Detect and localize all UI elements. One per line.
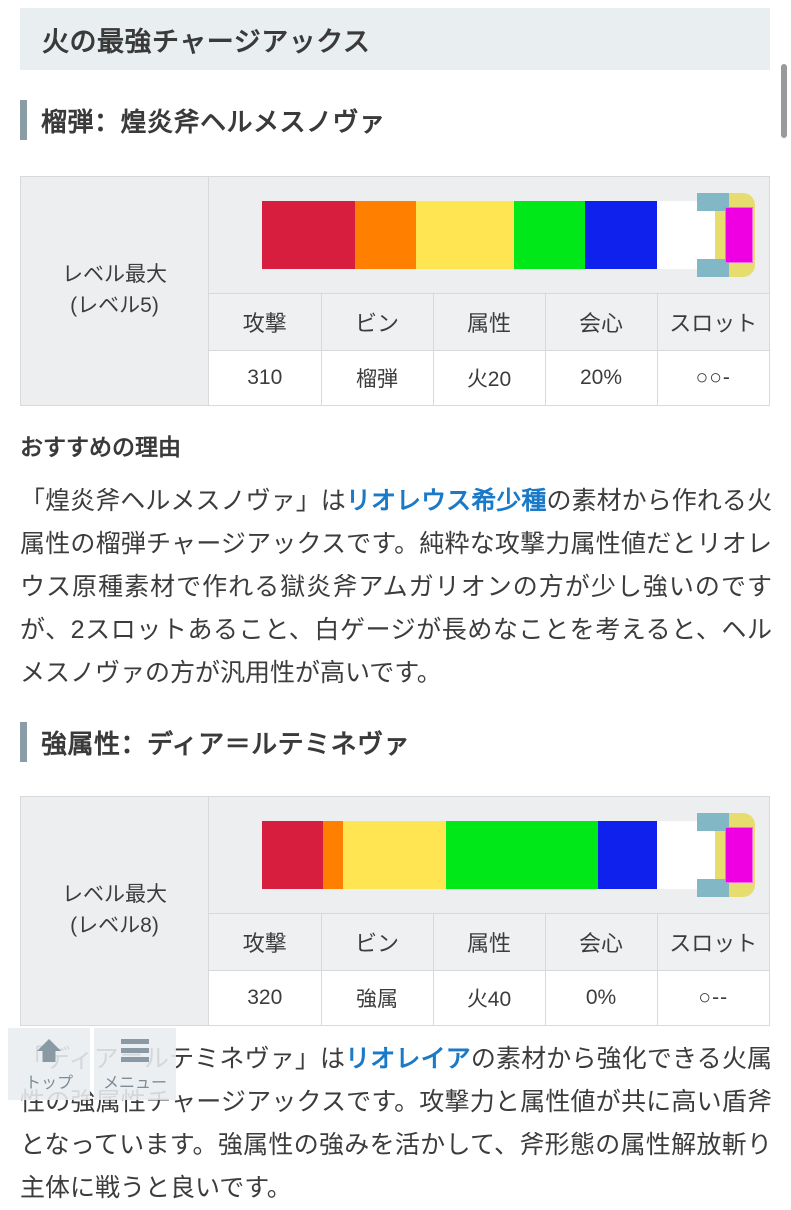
weapon-card-body-1: 攻撃 ビン 属性 会心 スロット 310 榴弾 火20 20% ○○- <box>209 177 769 405</box>
weapon-card-2: レベル最大 (レベル8) 攻撃 ビン 属性 会心 スロット 320 強属 火40… <box>20 796 770 1026</box>
hamburger-menu-icon <box>119 1035 151 1065</box>
sharpness-segment-orange <box>322 821 344 889</box>
col-header-attack: 攻撃 <box>209 913 322 971</box>
sharpness-segment-red <box>261 821 323 889</box>
paragraph-1-before: 「煌炎斧ヘルメスノヴァ」は <box>20 487 346 515</box>
col-header-phial: ビン <box>320 913 434 971</box>
weapon-stat-table-2: 攻撃 ビン 属性 会心 スロット 320 強属 火40 0% ○-- <box>209 913 769 1025</box>
col-header-slots: スロット <box>656 293 769 351</box>
level-label-line1: レベル最大 <box>62 263 167 287</box>
page-title: 火の最強チャージアックス <box>42 26 371 57</box>
value-slots: ○-- <box>656 970 769 1025</box>
value-phial: 榴弾 <box>320 350 434 405</box>
value-element: 火20 <box>432 350 546 405</box>
value-attack: 320 <box>209 970 322 1025</box>
sharpness-segment-red <box>261 201 355 269</box>
page-header: 火の最強チャージアックス <box>20 8 770 70</box>
value-attack: 310 <box>209 350 322 405</box>
scroll-to-top-label: トップ <box>24 1075 73 1092</box>
section-heading-2-label: 強属性：ディア＝ルテミネヴァ <box>41 728 411 759</box>
floating-button-group: トップ メニュー <box>8 1028 176 1100</box>
value-phial: 強属 <box>320 970 434 1025</box>
sharpness-segment-yellow <box>416 201 514 269</box>
scrollbar-thumb[interactable] <box>781 64 787 138</box>
level-label-line2: (レベル8) <box>70 913 159 937</box>
value-affinity: 20% <box>544 350 658 405</box>
weapon-level-cell-1: レベル最大 (レベル5) <box>21 177 209 405</box>
paragraph-1-after: の素材から作れる火属性の榴弾チャージアックスです。純粋な攻撃力属性値だとリオレウ… <box>20 487 772 687</box>
level-label-line1: レベル最大 <box>62 883 167 907</box>
table-header-row: 攻撃 ビン 属性 会心 スロット <box>209 913 769 971</box>
sharpness-segment-blue <box>598 821 658 889</box>
weapon-stat-table-1: 攻撃 ビン 属性 会心 スロット 310 榴弾 火20 20% ○○- <box>209 293 769 405</box>
menu-label: メニュー <box>102 1075 167 1092</box>
heading-accent-bar <box>20 722 27 762</box>
table-row: 320 強属 火40 0% ○-- <box>209 970 769 1025</box>
link-rioleus-rare[interactable]: リオレウス希少種 <box>346 487 547 515</box>
col-header-attack: 攻撃 <box>209 293 322 351</box>
col-header-element: 属性 <box>432 913 546 971</box>
col-header-element: 属性 <box>432 293 546 351</box>
arrow-up-icon <box>34 1035 64 1065</box>
weapon-level-cell-2: レベル最大 (レベル8) <box>21 797 209 1025</box>
table-row: 310 榴弾 火20 20% ○○- <box>209 350 769 405</box>
sharpness-gauge-area-2 <box>209 797 769 913</box>
value-element: 火40 <box>432 970 546 1025</box>
sharpness-segment-blue <box>584 201 658 269</box>
sharpness-segment-yellow <box>343 821 446 889</box>
sharpness-gauge-1 <box>261 193 755 277</box>
sharpness-segment-orange <box>354 201 417 269</box>
section-heading-2: 強属性：ディア＝ルテミネヴァ <box>20 722 410 762</box>
value-slots: ○○- <box>656 350 769 405</box>
link-rioreia[interactable]: リオレイア <box>345 1045 471 1073</box>
col-header-affinity: 会心 <box>544 913 658 971</box>
weapon-card-body-2: 攻撃 ビン 属性 会心 スロット 320 強属 火40 0% ○-- <box>209 797 769 1025</box>
purple-sharpness-block <box>724 207 753 263</box>
value-affinity: 0% <box>544 970 658 1025</box>
level-label-line2: (レベル5) <box>70 293 159 317</box>
sharpness-gauge-2 <box>261 813 755 897</box>
sharpness-gauge-area-1 <box>209 177 769 293</box>
section-heading-1-label: 榴弾：煌炎斧ヘルメスノヴァ <box>41 106 386 137</box>
scroll-to-top-button[interactable]: トップ <box>8 1028 90 1100</box>
sub-heading-reason: おすすめの理由 <box>20 434 181 460</box>
weapon-card-1: レベル最大 (レベル5) 攻撃 ビン 属性 会心 スロット 310 榴弾 火20… <box>20 176 770 406</box>
section-heading-1: 榴弾：煌炎斧ヘルメスノヴァ <box>20 100 386 140</box>
col-header-phial: ビン <box>320 293 434 351</box>
purple-sharpness-block <box>724 827 753 883</box>
scrollbar-track[interactable] <box>780 0 788 1200</box>
paragraph-1: 「煌炎斧ヘルメスノヴァ」はリオレウス希少種の素材から作れる火属性の榴弾チャージア… <box>20 480 772 695</box>
col-header-affinity: 会心 <box>544 293 658 351</box>
table-header-row: 攻撃 ビン 属性 会心 スロット <box>209 293 769 351</box>
heading-accent-bar <box>20 100 27 140</box>
sharpness-extension-indicator-2 <box>696 813 755 897</box>
col-header-slots: スロット <box>656 913 769 971</box>
sharpness-segment-green <box>514 201 585 269</box>
sharpness-extension-indicator-1 <box>696 193 755 277</box>
menu-button[interactable]: メニュー <box>94 1028 176 1100</box>
sharpness-segment-green <box>445 821 599 889</box>
